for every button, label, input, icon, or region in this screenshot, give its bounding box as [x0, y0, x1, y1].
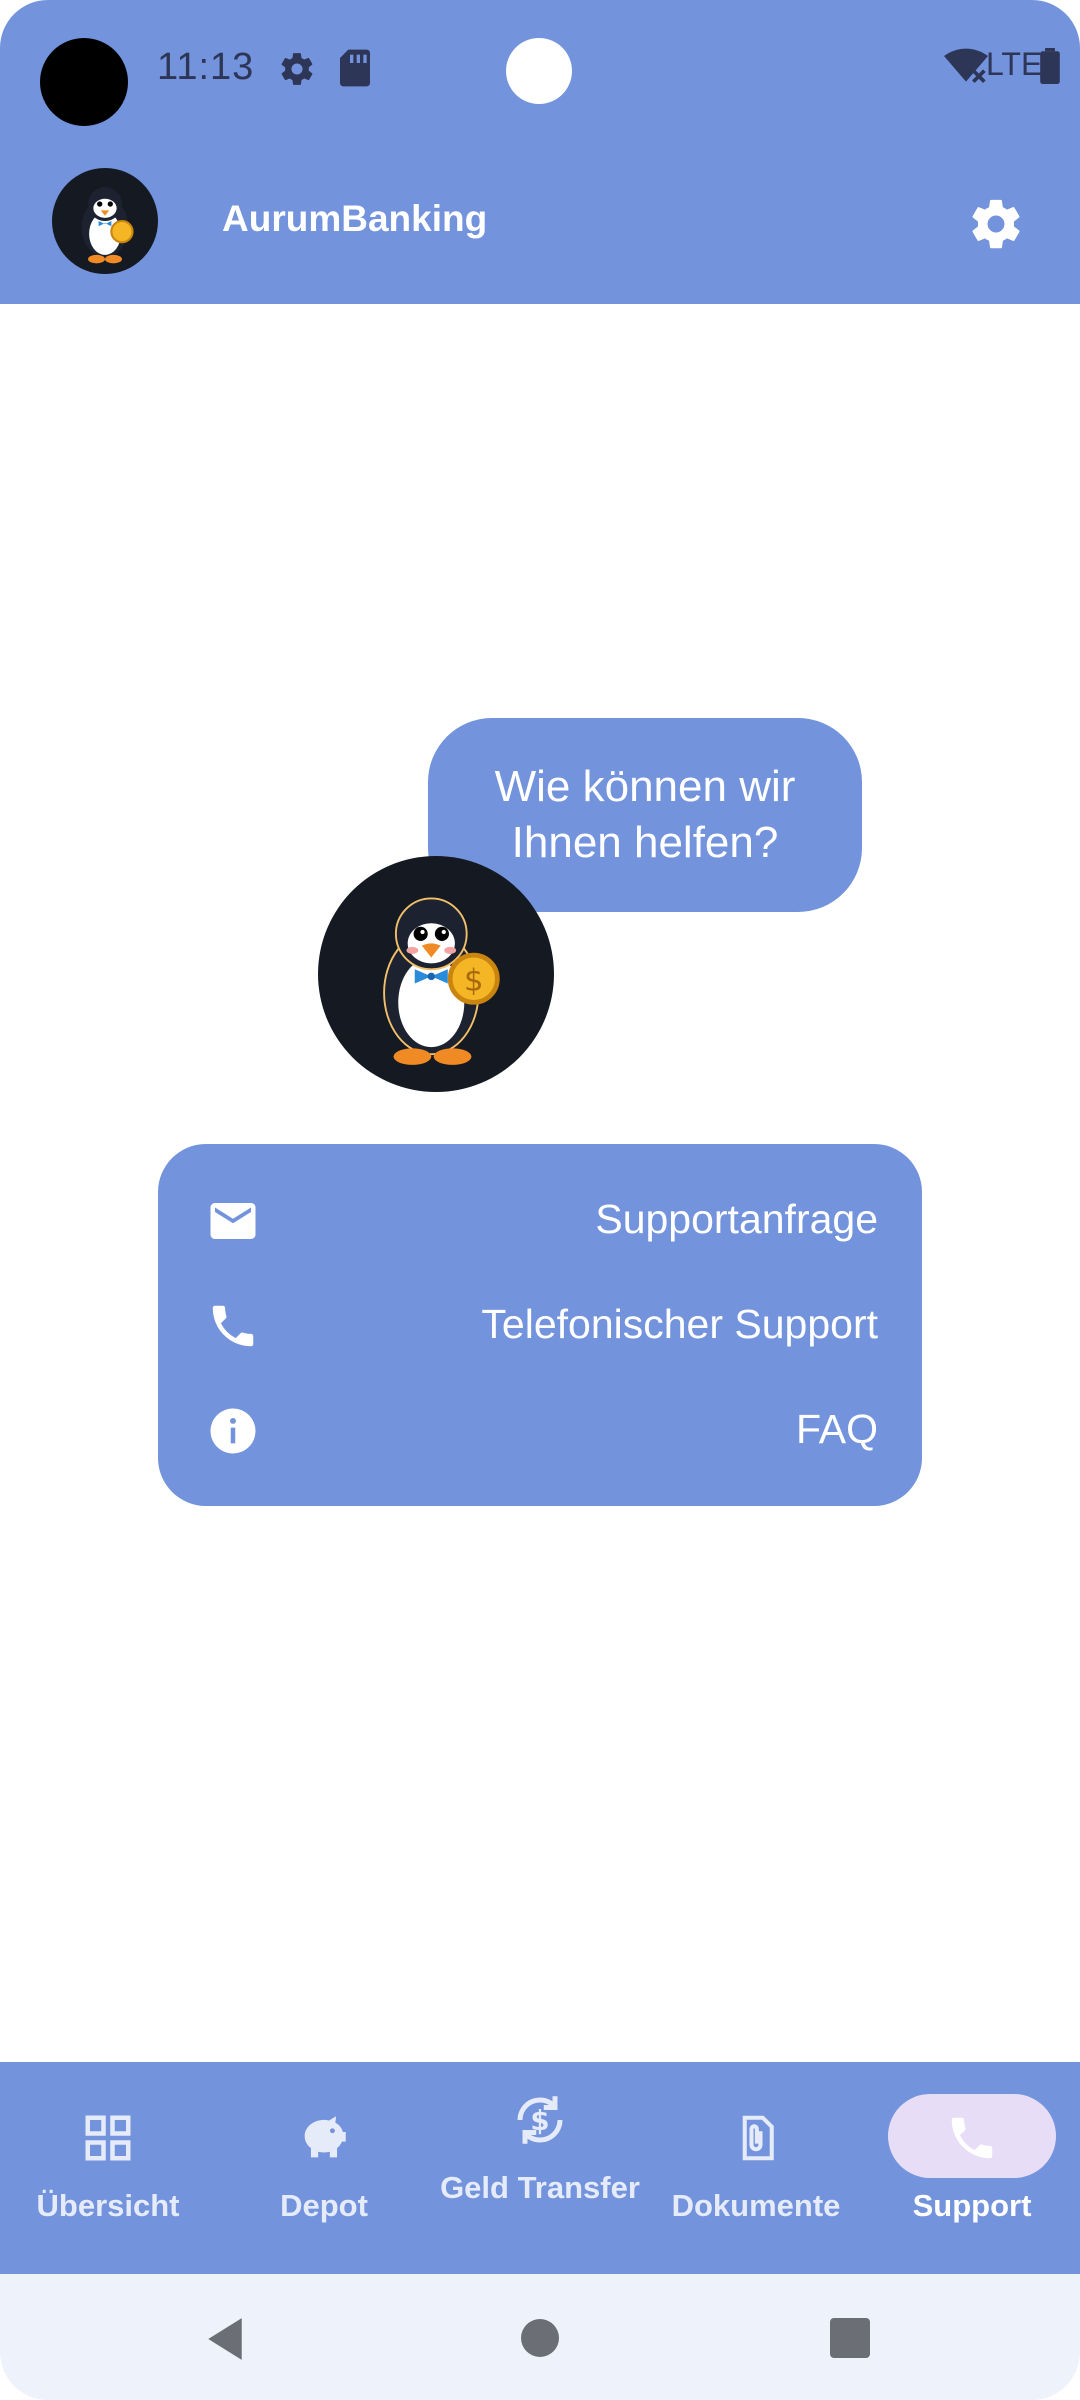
bottom-navigation: Übersicht Depot $ Geld Transfer Dokument… [0, 2062, 1080, 2274]
nav-item-support[interactable]: Support [864, 2062, 1080, 2274]
settings-button[interactable] [956, 184, 1036, 264]
nav-item-overview[interactable]: Übersicht [0, 2062, 216, 2274]
settings-notification-icon [281, 53, 313, 85]
phone-icon [212, 1305, 254, 1347]
nav-label-money-transfer: Geld Transfer [440, 2170, 640, 2205]
front-sensor [506, 38, 572, 104]
currency-exchange-icon: $ [510, 2090, 570, 2150]
app-bar: AurumBanking [0, 140, 1080, 304]
faq-label: FAQ [795, 1406, 878, 1452]
gear-icon [972, 199, 1020, 249]
svg-text:$: $ [464, 964, 484, 999]
phone-support-item[interactable]: Telefonischer Support [158, 1277, 922, 1373]
app-logo-penguin-icon[interactable] [52, 168, 158, 274]
info-icon [210, 1408, 256, 1454]
faq-item[interactable]: FAQ [158, 1382, 922, 1478]
attachment-icon [726, 2108, 786, 2168]
phone-icon [942, 2108, 1002, 2168]
nav-item-depot[interactable]: Depot [216, 2062, 432, 2274]
nav-item-documents[interactable]: Dokumente [648, 2062, 864, 2274]
support-options-card: Supportanfrage Telefonischer Support FAQ [158, 1144, 922, 1506]
home-icon[interactable] [520, 2318, 560, 2358]
nav-label-depot: Depot [280, 2188, 368, 2223]
network-type: LTE [986, 46, 1043, 82]
top-bar: 11:13 LTE AurumBanking [0, 0, 1080, 304]
back-icon[interactable] [204, 2316, 246, 2362]
sd-card-icon [340, 49, 370, 87]
nav-label-documents: Dokumente [671, 2188, 841, 2223]
support-request-label: Supportanfrage [595, 1196, 878, 1242]
recents-icon[interactable] [830, 2318, 870, 2358]
piggy-bank-icon [294, 2108, 354, 2168]
chat-message: Wie können wir Ihnen helfen? [494, 762, 796, 867]
nav-label-overview: Übersicht [36, 2188, 180, 2223]
camera-cutout [40, 38, 128, 126]
battery-icon [1040, 48, 1060, 84]
mail-icon [210, 1203, 256, 1239]
grid-icon [78, 2108, 138, 2168]
nav-label-support: Support [912, 2188, 1032, 2223]
phone-support-label: Telefonischer Support [481, 1301, 878, 1347]
nav-item-money-transfer[interactable]: $ Geld Transfer [432, 2062, 648, 2274]
svg-text:$: $ [530, 2105, 549, 2137]
status-time: 11:13 [157, 46, 255, 88]
support-request-item[interactable]: Supportanfrage [158, 1172, 922, 1268]
app-screen: 11:13 LTE AurumBanking Wie können wir Ih… [0, 0, 1080, 2400]
mascot-penguin-icon: $ [318, 856, 554, 1092]
wifi-off-icon [944, 48, 988, 83]
status-bar: 11:13 LTE [0, 0, 1080, 140]
system-navigation-bar [0, 2274, 1080, 2400]
app-title: AurumBanking [222, 198, 488, 239]
